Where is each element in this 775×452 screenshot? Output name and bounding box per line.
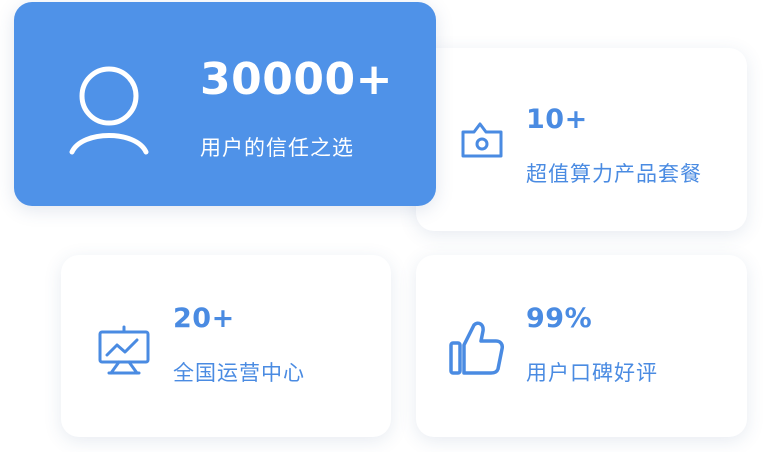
stat-card-centers: 20+ 全国运营中心 bbox=[61, 255, 391, 437]
stat-value: 20+ bbox=[173, 303, 235, 334]
stat-label: 用户的信任之选 bbox=[200, 136, 354, 160]
thumbs-up-icon bbox=[448, 319, 504, 381]
presentation-icon bbox=[97, 325, 151, 381]
stat-card-plans: 10+ 超值算力产品套餐 bbox=[416, 48, 747, 231]
stat-label: 超值算力产品套餐 bbox=[526, 162, 702, 186]
stat-card-users: 30000+ 用户的信任之选 bbox=[14, 2, 436, 206]
stat-card-rating: 99% 用户口碑好评 bbox=[416, 255, 747, 437]
stat-label: 全国运营中心 bbox=[173, 361, 305, 385]
stat-value: 30000+ bbox=[200, 54, 393, 105]
stat-value: 10+ bbox=[526, 104, 588, 135]
camera-icon bbox=[460, 120, 504, 164]
stat-value: 99% bbox=[526, 303, 593, 334]
stat-label: 用户口碑好评 bbox=[526, 361, 658, 385]
user-icon bbox=[68, 64, 150, 162]
